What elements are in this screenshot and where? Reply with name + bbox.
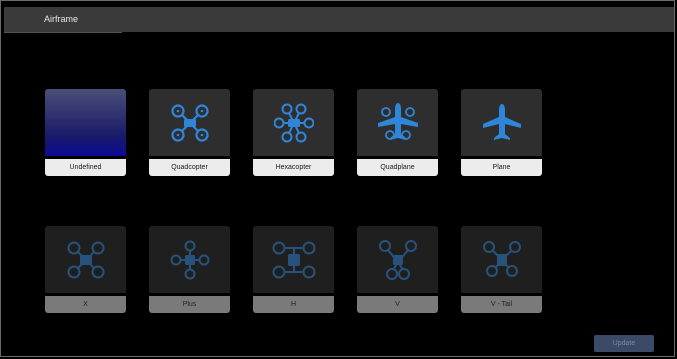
subtype-card-label: V - Tail [461,296,542,313]
quadplane-icon [377,102,418,140]
tab-airframe[interactable]: Airframe [30,7,93,33]
quadcopter-icon [170,103,209,142]
frame-card-undefined[interactable]: Undefined [45,89,126,176]
subtype-card-label: X [45,296,126,313]
tab-underline [4,32,122,33]
subtype-card-x: X [45,226,126,313]
plane-icon [482,103,521,140]
quad-v-icon [378,239,417,280]
subtype-card-label: Plus [149,296,230,313]
frame-card-label: Plane [461,159,542,176]
frame-card-quadcopter[interactable]: Quadcopter [149,89,230,176]
subtype-card-plus: Plus [149,226,230,313]
update-button[interactable]: Update [594,335,654,352]
frame-card-plane[interactable]: Plane [461,89,542,176]
gradient-placeholder-icon [45,89,126,156]
frame-card-hexacopter[interactable]: Hexacopter [253,89,334,176]
quad-vtail-icon [482,240,521,277]
subtype-card-h: H [253,226,334,313]
frame-card-label: Undefined [45,159,126,176]
hexacopter-icon [273,103,314,142]
frame-card-label: Quadplane [357,159,438,176]
frame-card-quadplane[interactable]: Quadplane [357,89,438,176]
top-bar [4,7,674,32]
quad-x-icon [67,241,104,278]
quad-h-icon [272,241,315,278]
quad-plus-icon [170,240,209,279]
subtype-card-label: V [357,296,438,313]
subtype-card-v: V [357,226,438,313]
frame-card-label: Quadcopter [149,159,230,176]
frame-card-label: Hexacopter [253,159,334,176]
subtype-card-label: H [253,296,334,313]
subtype-card-vtail: V - Tail [461,226,542,313]
